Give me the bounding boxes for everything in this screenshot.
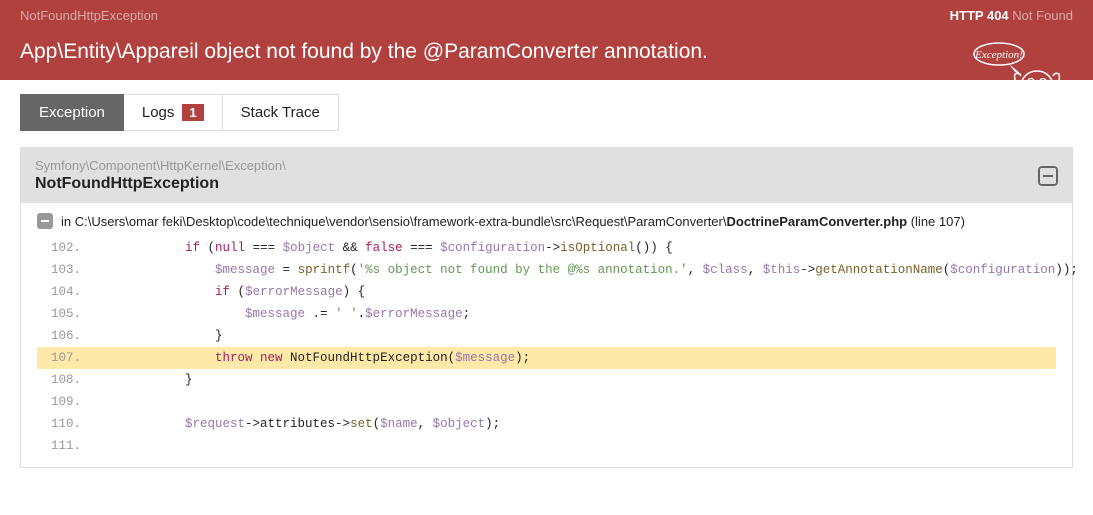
panel-header: Symfony\Component\HttpKernel\Exception\ … <box>21 148 1072 203</box>
line-number: 102. <box>37 237 95 259</box>
tab-bar: Exception Logs 1 Stack Trace <box>20 94 1073 131</box>
code-line: 111. <box>37 435 1056 457</box>
trace-file-path: in C:\Users\omar feki\Desktop\code\techn… <box>61 214 965 229</box>
exception-header: NotFoundHttpException HTTP 404 Not Found… <box>0 0 1093 80</box>
code-line: 110. $request->attributes->set($name, $o… <box>37 413 1056 435</box>
line-content: $request->attributes->set($name, $object… <box>95 413 1056 435</box>
line-number: 104. <box>37 281 95 303</box>
collapse-panel-button[interactable] <box>1038 166 1058 186</box>
exception-message: App\Entity\Appareil object not found by … <box>20 37 880 66</box>
tab-logs-label: Logs <box>142 104 175 121</box>
trace-path-before: C:\Users\omar feki\Desktop\code\techniqu… <box>75 214 727 229</box>
http-code: HTTP 404 <box>950 8 1009 23</box>
code-line: 109. <box>37 391 1056 413</box>
http-text: Not Found <box>1012 8 1073 23</box>
logs-badge: 1 <box>182 104 203 121</box>
line-content: $message = sprintf('%s object not found … <box>95 259 1078 281</box>
exception-panel: Symfony\Component\HttpKernel\Exception\ … <box>20 147 1073 468</box>
minus-icon <box>1043 175 1053 177</box>
line-content: throw new NotFoundHttpException($message… <box>95 347 1056 369</box>
exception-short-name: NotFoundHttpException <box>20 8 158 23</box>
line-content: if (null === $object && false === $confi… <box>95 237 1056 259</box>
collapse-trace-button[interactable] <box>37 213 53 229</box>
ghost-illustration: Exception! <box>949 36 1069 109</box>
trace-file-header: in C:\Users\omar feki\Desktop\code\techn… <box>37 213 1056 229</box>
line-number: 103. <box>37 259 95 281</box>
code-line: 105. $message .= ' '.$errorMessage; <box>37 303 1056 325</box>
tab-stack-trace[interactable]: Stack Trace <box>223 94 339 131</box>
code-block: 102. if (null === $object && false === $… <box>37 237 1056 457</box>
line-number: 110. <box>37 413 95 435</box>
header-top-bar: NotFoundHttpException HTTP 404 Not Found <box>20 8 1073 23</box>
line-number: 106. <box>37 325 95 347</box>
line-number: 105. <box>37 303 95 325</box>
svg-text:Exception!: Exception! <box>974 49 1023 61</box>
trace-filename: DoctrineParamConverter.php <box>726 214 907 229</box>
line-number: 108. <box>37 369 95 391</box>
line-content: } <box>95 369 1056 391</box>
tab-exception[interactable]: Exception <box>20 94 124 131</box>
code-line: 106. } <box>37 325 1056 347</box>
line-content <box>95 391 1056 413</box>
code-line: 103. $message = sprintf('%s object not f… <box>37 259 1056 281</box>
trace-section: in C:\Users\omar feki\Desktop\code\techn… <box>21 203 1072 467</box>
line-number: 109. <box>37 391 95 413</box>
panel-header-title: Symfony\Component\HttpKernel\Exception\ … <box>35 158 286 193</box>
line-content: $message .= ' '.$errorMessage; <box>95 303 1056 325</box>
trace-line-info: (line 107) <box>911 214 965 229</box>
exception-class-name: NotFoundHttpException <box>35 175 286 193</box>
code-line: 102. if (null === $object && false === $… <box>37 237 1056 259</box>
line-number: 111. <box>37 435 95 457</box>
line-content: } <box>95 325 1056 347</box>
line-content: if ($errorMessage) { <box>95 281 1056 303</box>
exception-namespace: Symfony\Component\HttpKernel\Exception\ <box>35 158 286 173</box>
http-status: HTTP 404 Not Found <box>950 8 1073 23</box>
line-content <box>95 435 1056 457</box>
code-line: 107. throw new NotFoundHttpException($me… <box>37 347 1056 369</box>
trace-in-prefix: in <box>61 214 71 229</box>
minus-icon <box>41 220 49 222</box>
code-line: 108. } <box>37 369 1056 391</box>
tab-logs[interactable]: Logs 1 <box>124 94 223 131</box>
line-number: 107. <box>37 347 95 369</box>
code-line: 104. if ($errorMessage) { <box>37 281 1056 303</box>
